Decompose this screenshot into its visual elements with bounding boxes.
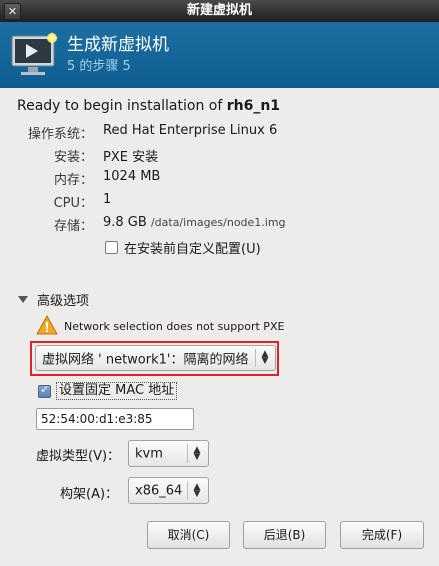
storage-path: /data/images/node1.img (150, 216, 286, 229)
arch-select[interactable]: x86_64 ▲ ▼ (128, 477, 209, 504)
updown-arrows-icon: ▲ ▼ (193, 481, 201, 499)
advanced-options-label[interactable]: 高级选项 (37, 290, 89, 309)
expander-arrow-icon[interactable] (18, 296, 28, 303)
ready-text: Ready to begin installation of rh6_n1 (17, 98, 280, 114)
virt-type-separator (187, 444, 188, 463)
finish-button[interactable]: 完成(F) (340, 521, 424, 549)
mac-checkbox[interactable] (38, 383, 51, 398)
virt-type-label: 虚拟类型(V)： (36, 449, 121, 464)
updown-arrows-icon: ▲ ▼ (261, 349, 269, 366)
monitor-star-icon (11, 32, 58, 75)
memory-value: 1024 MB (103, 169, 161, 184)
mac-checkbox-label[interactable]: 设置固定 MAC 地址 (56, 382, 178, 400)
memory-label: 内存： (53, 173, 93, 188)
warning-icon (36, 315, 58, 335)
storage-value: 9.8 GB /data/images/node1.img (103, 215, 286, 230)
customize-label[interactable]: 在安装前自定义配置(U) (124, 238, 261, 257)
storage-label: 存储： (53, 219, 93, 234)
arch-value: x86_64 (135, 483, 183, 498)
header-banner: 生成新虚拟机 5 的步骤 5 (0, 22, 439, 88)
cancel-button[interactable]: 取消(C) (147, 521, 230, 549)
network-select-separator (255, 349, 256, 367)
os-label: 操作系统： (27, 127, 93, 142)
dialog-content: Ready to begin installation of rh6_n1 操作… (0, 88, 439, 566)
arch-label: 构架(A)： (60, 487, 119, 502)
close-icon[interactable]: ✕ (4, 3, 21, 20)
back-button[interactable]: 后退(B) (243, 521, 326, 549)
cpu-value: 1 (103, 192, 112, 207)
arch-separator (187, 481, 188, 500)
network-select-value: 虚拟网络 ' network1'：隔离的网络 (42, 352, 249, 368)
network-select[interactable]: 虚拟网络 ' network1'：隔离的网络 ▲ ▼ (35, 345, 276, 371)
virt-type-value: kvm (135, 446, 163, 461)
os-value: Red Hat Enterprise Linux 6 (103, 123, 278, 138)
cpu-label: CPU： (53, 196, 93, 211)
install-value: PXE 安装 (103, 150, 159, 165)
storage-size: 9.8 GB (103, 215, 147, 230)
banner-step: 5 的步骤 5 (67, 59, 131, 74)
window-title: 新建虚拟机 (186, 3, 252, 18)
banner-title: 生成新虚拟机 (67, 35, 169, 55)
vm-name: rh6_n1 (226, 98, 281, 114)
warning-text: Network selection does not support PXE (64, 320, 285, 333)
window-titlebar: ✕ 新建虚拟机 (0, 0, 439, 22)
updown-arrows-icon: ▲ ▼ (193, 444, 201, 462)
ready-prefix: Ready to begin installation of (17, 98, 227, 114)
virt-type-select[interactable]: kvm ▲ ▼ (128, 440, 209, 467)
customize-checkbox[interactable] (105, 241, 118, 254)
install-label: 安装： (53, 150, 93, 165)
mac-address-input[interactable]: 52:54:00:d1:e3:85 (36, 408, 194, 430)
